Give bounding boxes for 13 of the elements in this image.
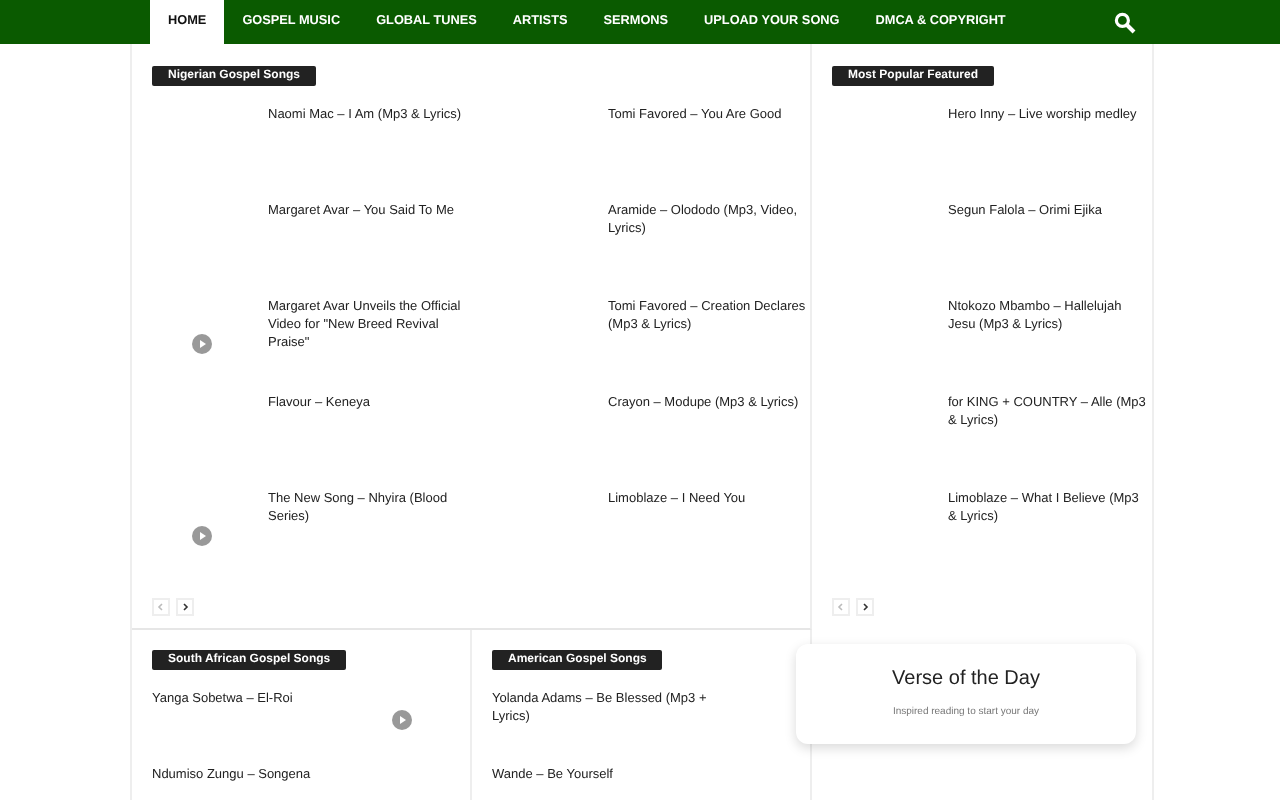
prev-button[interactable] bbox=[152, 597, 170, 615]
search-button[interactable] bbox=[1114, 11, 1136, 33]
chevron-left-icon bbox=[156, 601, 166, 611]
prev-button[interactable] bbox=[832, 597, 850, 615]
next-button[interactable] bbox=[176, 597, 194, 615]
verse-title: Verse of the Day bbox=[890, 665, 1042, 693]
chevron-right-icon bbox=[860, 601, 870, 611]
next-button[interactable] bbox=[856, 597, 874, 615]
play-icon[interactable] bbox=[192, 525, 212, 545]
play-icon[interactable] bbox=[192, 333, 212, 353]
chevron-right-icon bbox=[180, 601, 190, 611]
chevron-left-icon bbox=[836, 601, 846, 611]
play-icon[interactable] bbox=[392, 710, 412, 730]
